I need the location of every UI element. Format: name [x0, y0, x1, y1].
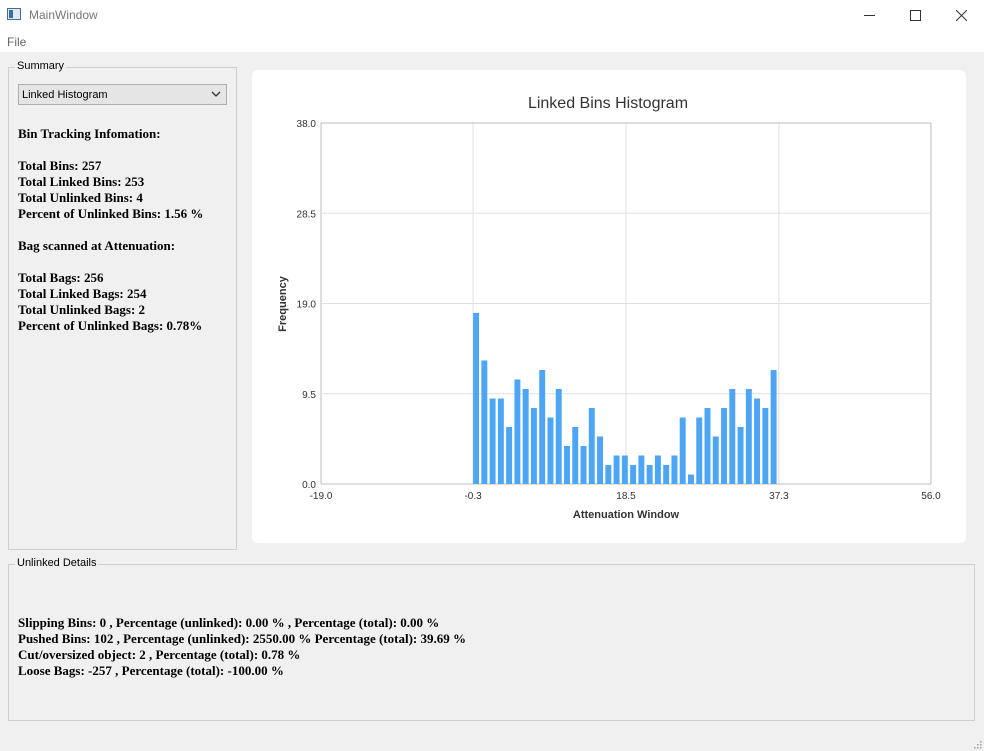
summary-group-title: Summary	[15, 60, 67, 72]
minimize-button[interactable]	[846, 0, 892, 30]
view-select-value: Linked Histogram	[22, 89, 108, 101]
histogram-bar	[506, 427, 513, 484]
histogram-bar	[671, 455, 678, 484]
menu-file[interactable]: File	[7, 35, 26, 49]
bag-heading: Bag scanned at Attenuation:	[18, 238, 176, 253]
histogram-bar	[663, 465, 670, 484]
histogram-bar	[564, 446, 570, 484]
window-title: MainWindow	[29, 8, 98, 22]
histogram-bar	[522, 389, 529, 484]
histogram-bar	[696, 417, 703, 484]
y-axis-label: Frequency	[277, 275, 289, 332]
menu-bar: File	[0, 30, 984, 52]
maximize-icon	[910, 10, 921, 21]
y-tick-label: 19.0	[297, 300, 317, 311]
histogram-bar	[729, 389, 736, 484]
histogram-bar	[597, 436, 604, 484]
histogram-bar	[737, 427, 744, 484]
chart-grid	[320, 122, 932, 485]
x-tick-label: -19.0	[310, 491, 333, 502]
histogram-bar	[605, 465, 612, 484]
histogram-bar	[473, 313, 480, 484]
histogram-bar	[497, 398, 504, 484]
total-linked-bags: Total Linked Bags: 254	[18, 286, 147, 301]
y-tick-label: 28.5	[297, 209, 317, 220]
chevron-down-icon	[211, 91, 221, 97]
histogram-bar	[621, 455, 628, 484]
loose-bags-line: Loose Bags: -257 , Percentage (total): -…	[18, 663, 284, 678]
histogram-bar	[721, 408, 728, 484]
chart-ticks: -19.0 -0.3 18.5 37.3 56.0 0.0 9.5 19.0 28.5 38.0	[297, 119, 942, 502]
histogram-bar	[481, 360, 488, 484]
histogram-bar	[580, 446, 587, 484]
y-tick-label: 0.0	[302, 480, 316, 491]
x-tick-label: 18.5	[616, 491, 636, 502]
y-tick-label: 38.0	[297, 119, 317, 130]
histogram-bar	[762, 408, 769, 484]
percent-unlinked-bins: Percent of Unlinked Bins: 1.56 %	[18, 206, 204, 221]
minimize-icon	[864, 15, 875, 16]
total-unlinked-bags: Total Unlinked Bags: 2	[18, 302, 146, 317]
chart-bars	[473, 313, 777, 484]
unlinked-details-group: Unlinked Details Slipping Bins: 0 , Perc…	[8, 557, 975, 721]
app-icon	[7, 8, 21, 20]
chart-title: Linked Bins Histogram	[528, 95, 688, 112]
x-axis-label: Attenuation Window	[573, 509, 680, 521]
percent-unlinked-bags: Percent of Unlinked Bags: 0.78%	[18, 318, 203, 333]
histogram-bar	[539, 370, 546, 484]
chart-panel: Linked Bins Histogram Attenuation Window…	[252, 70, 966, 543]
histogram-bar	[555, 389, 562, 484]
histogram-bar	[754, 398, 761, 484]
details-block: Slipping Bins: 0 , Percentage (unlinked)…	[18, 615, 466, 679]
histogram-bar	[704, 408, 711, 484]
histogram-bar	[572, 427, 579, 484]
histogram-bar	[613, 455, 620, 484]
slipping-bins-line: Slipping Bins: 0 , Percentage (unlinked)…	[18, 615, 440, 630]
histogram-bar	[679, 417, 686, 484]
histogram-bar	[687, 474, 694, 484]
histogram-bar	[547, 417, 554, 484]
bin-heading: Bin Tracking Infomation:	[18, 126, 161, 141]
y-tick-label: 9.5	[302, 390, 316, 401]
histogram-bar	[654, 455, 661, 484]
total-unlinked-bins: Total Unlinked Bins: 4	[18, 190, 143, 205]
histogram-bar	[770, 370, 777, 484]
histogram-bar	[530, 408, 537, 484]
view-select[interactable]: Linked Histogram	[18, 84, 227, 105]
cut-oversized-line: Cut/oversized object: 2 , Percentage (to…	[18, 647, 301, 662]
histogram-bar	[630, 465, 637, 484]
histogram-bar	[712, 436, 719, 484]
details-group-title: Unlinked Details	[15, 557, 99, 569]
resize-grip-icon[interactable]	[972, 739, 982, 749]
histogram-bar	[638, 455, 645, 484]
histogram-bar	[646, 465, 653, 484]
histogram-bar	[489, 398, 496, 484]
close-icon	[956, 10, 967, 21]
bin-info-block: Bin Tracking Infomation: Total Bins: 257…	[18, 126, 203, 334]
x-tick-label: -0.3	[464, 491, 482, 502]
pushed-bins-line: Pushed Bins: 102 , Percentage (unlinked)…	[18, 631, 466, 646]
total-linked-bins: Total Linked Bins: 253	[18, 174, 145, 189]
title-bar: MainWindow	[0, 0, 984, 30]
close-button[interactable]	[938, 0, 984, 30]
x-tick-label: 56.0	[921, 491, 941, 502]
histogram-bar	[588, 408, 595, 484]
histogram-bar	[514, 379, 521, 484]
maximize-button[interactable]	[892, 0, 938, 30]
histogram-chart: Linked Bins Histogram Attenuation Window…	[277, 95, 942, 521]
x-tick-label: 37.3	[769, 491, 789, 502]
histogram-bar	[745, 389, 752, 484]
total-bins: Total Bins: 257	[18, 158, 102, 173]
total-bags: Total Bags: 256	[18, 270, 104, 285]
